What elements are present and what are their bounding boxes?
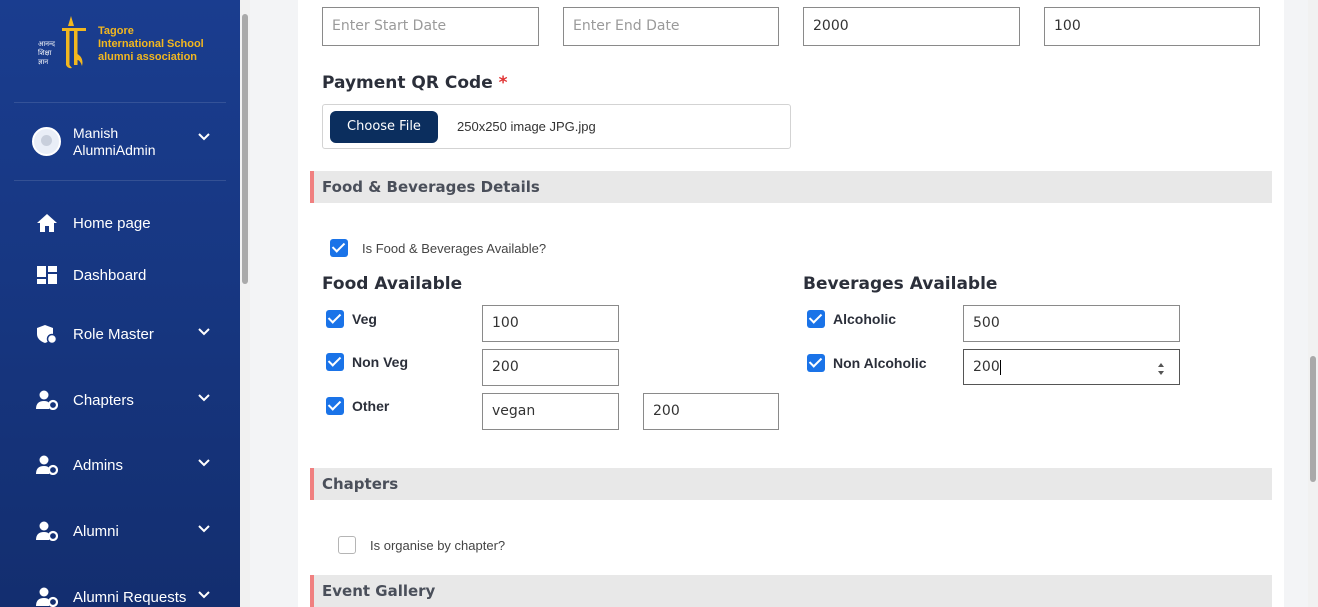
sidebar-item-label: Alumni — [73, 523, 119, 540]
logo-line-1: Tagore — [98, 25, 134, 37]
event-gallery-section-header: Event Gallery — [310, 575, 1272, 607]
sidebar-item-label: Chapters — [73, 392, 134, 409]
sidebar-item-label: Role Master — [73, 326, 154, 343]
main-scrollbar-thumb[interactable] — [1310, 356, 1316, 482]
payment-qr-file-input[interactable]: Choose File 250x250 image JPG.jpg — [322, 104, 791, 149]
sidebar-divider — [14, 102, 226, 103]
payment-qr-label: Payment QR Code * — [322, 73, 508, 93]
sidebar-item-home-page[interactable]: Home page — [36, 209, 226, 237]
non-alcoholic-checkbox[interactable] — [807, 354, 825, 372]
section-title: Event Gallery — [322, 582, 436, 600]
logo-line-2: International School — [98, 38, 204, 50]
svg-text:आनन्द: आनन्द — [38, 40, 55, 48]
user-gear-icon — [36, 390, 58, 410]
text-cursor — [999, 359, 1001, 375]
user-profile-toggle[interactable]: Manish AlumniAdmin — [32, 125, 212, 161]
other-food-name-field[interactable]: vegan — [482, 393, 619, 430]
home-icon — [37, 214, 57, 232]
chevron-down-icon — [198, 525, 210, 533]
chevron-down-icon — [198, 459, 210, 467]
price-field[interactable]: 2000 — [803, 7, 1020, 46]
sidebar-item-chapters[interactable]: Chapters — [36, 386, 226, 414]
svg-text:ज्ञान: ज्ञान — [38, 58, 48, 66]
school-logo[interactable]: आनन्द शिक्षा ज्ञान Tagore International … — [38, 14, 218, 74]
user-first-name: Manish — [73, 125, 119, 141]
choose-file-button[interactable]: Choose File — [330, 111, 438, 143]
payment-qr-label-text: Payment QR Code — [322, 73, 493, 93]
veg-checkbox[interactable] — [326, 310, 344, 328]
school-logo-text: Tagore International School alumni assoc… — [98, 25, 204, 64]
veg-label: Veg — [352, 311, 377, 327]
sidebar-item-label: Admins — [73, 457, 124, 474]
food-beverages-available-checkbox[interactable] — [330, 239, 348, 257]
main-scrollbar[interactable] — [1308, 0, 1318, 607]
non-veg-checkbox[interactable] — [326, 353, 344, 371]
other-food-checkbox[interactable] — [326, 397, 344, 415]
sidebar-item-label: Dashboard — [73, 267, 147, 284]
user-name: Manish AlumniAdmin — [73, 125, 155, 159]
chapters-section-header: Chapters — [310, 468, 1272, 500]
beverages-available-title: Beverages Available — [803, 274, 998, 294]
other-food-quantity-field[interactable]: 200 — [643, 393, 779, 430]
section-title: Food & Beverages Details — [322, 178, 540, 196]
chevron-down-icon — [198, 394, 210, 402]
selected-file-name: 250x250 image JPG.jpg — [457, 119, 596, 134]
alcoholic-quantity-field[interactable]: 500 — [963, 305, 1180, 342]
svg-text:शिक्षा: शिक्षा — [38, 48, 52, 57]
school-logo-mark-icon: आनन्द शिक्षा ज्ञान — [38, 16, 86, 69]
start-date-field[interactable]: Enter Start Date — [322, 7, 539, 46]
user-gear-icon — [36, 521, 58, 541]
sidebar-item-role-master[interactable]: Role Master — [36, 320, 226, 348]
non-veg-label: Non Veg — [352, 354, 409, 370]
non-alcoholic-label: Non Alcoholic — [833, 355, 927, 371]
veg-quantity-field[interactable]: 100 — [482, 305, 619, 342]
non-alcoholic-quantity-field[interactable]: 200 — [963, 349, 1180, 385]
user-last-name: AlumniAdmin — [73, 142, 156, 158]
sidebar: आनन्द शिक्षा ज्ञान Tagore International … — [0, 0, 240, 607]
chevron-down-icon — [198, 591, 210, 599]
sidebar-item-label: Home page — [73, 215, 151, 232]
non-veg-quantity-field[interactable]: 200 — [482, 349, 619, 386]
sidebar-item-alumni-requests[interactable]: Alumni Requests — [36, 583, 226, 607]
organise-by-chapter-checkbox[interactable] — [338, 536, 356, 554]
capacity-field[interactable]: 100 — [1044, 7, 1260, 46]
sidebar-scrollbar-thumb[interactable] — [242, 14, 248, 284]
food-available-title: Food Available — [322, 274, 463, 294]
organise-by-chapter-label: Is organise by chapter? — [370, 538, 506, 553]
logo-line-3: alumni association — [98, 51, 198, 63]
food-beverages-section-header: Food & Beverages Details — [310, 171, 1272, 203]
user-gear-icon — [36, 587, 58, 607]
number-spinner-icon[interactable] — [1157, 361, 1165, 377]
chevron-down-icon — [198, 133, 210, 141]
sidebar-item-admins[interactable]: Admins — [36, 451, 226, 479]
sidebar-item-label: Alumni Requests — [73, 589, 187, 606]
avatar — [32, 127, 61, 156]
alcoholic-checkbox[interactable] — [807, 310, 825, 328]
other-food-label: Other — [352, 398, 390, 414]
chevron-down-icon — [198, 328, 210, 336]
required-mark: * — [498, 73, 508, 93]
sidebar-item-dashboard[interactable]: Dashboard — [36, 261, 226, 289]
section-title: Chapters — [322, 475, 399, 493]
role-shield-icon — [37, 325, 58, 344]
food-beverages-available-label: Is Food & Beverages Available? — [362, 241, 547, 256]
sidebar-divider — [14, 180, 226, 181]
non-alcoholic-quantity-value: 200 — [973, 359, 1000, 375]
user-gear-icon — [36, 455, 58, 475]
sidebar-scrollbar[interactable] — [240, 0, 250, 607]
alcoholic-label: Alcoholic — [833, 311, 897, 327]
end-date-field[interactable]: Enter End Date — [563, 7, 779, 46]
sidebar-item-alumni[interactable]: Alumni — [36, 517, 226, 545]
dashboard-icon — [37, 266, 57, 284]
